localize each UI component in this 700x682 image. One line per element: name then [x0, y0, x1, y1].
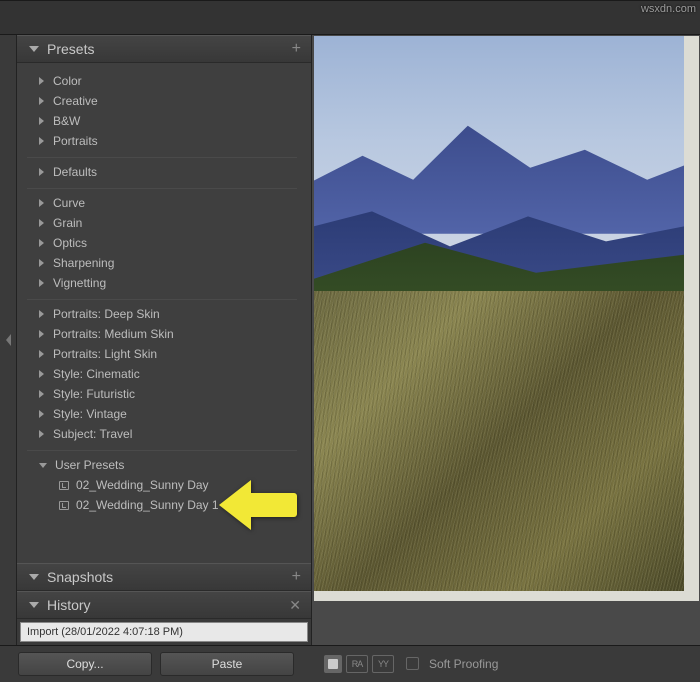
preview-image: [314, 36, 684, 591]
preset-folder[interactable]: User Presets: [27, 455, 297, 475]
preset-folder[interactable]: B&W: [27, 111, 297, 131]
triangle-right-icon: [39, 168, 44, 176]
preset-folder-label: Portraits: Light Skin: [53, 347, 157, 361]
soft-proofing-checkbox[interactable]: [406, 657, 419, 670]
preset-folder-label: Portraits: Medium Skin: [53, 327, 174, 341]
triangle-right-icon: [39, 117, 44, 125]
preset-folder-label: Style: Cinematic: [53, 367, 140, 381]
add-preset-button[interactable]: +: [292, 40, 301, 58]
add-snapshot-button[interactable]: +: [292, 568, 301, 586]
preset-folder[interactable]: Style: Futuristic: [27, 384, 297, 404]
preset-folder-label: Color: [53, 74, 82, 88]
presets-panel-header[interactable]: Presets +: [17, 35, 311, 63]
history-list: Import (28/01/2022 4:07:18 PM): [17, 619, 311, 645]
preset-folder-label: Subject: Travel: [53, 427, 132, 441]
chevron-left-icon: [6, 334, 11, 346]
triangle-right-icon: [39, 97, 44, 105]
preset-folder-label: B&W: [53, 114, 80, 128]
preset-folder-label: User Presets: [55, 458, 124, 472]
panel-collapse-handle[interactable]: [0, 35, 17, 645]
preset-icon: [59, 501, 69, 510]
preset-folder[interactable]: Portraits: Light Skin: [27, 344, 297, 364]
preset-folder-label: Style: Futuristic: [53, 387, 135, 401]
triangle-right-icon: [39, 350, 44, 358]
triangle-right-icon: [39, 199, 44, 207]
preset-icon: [59, 481, 69, 490]
preset-folder[interactable]: Optics: [27, 233, 297, 253]
bottom-toolbar: Copy... Paste RA YY Soft Proofing: [0, 645, 700, 681]
workspace: Presets + Color Creative B&W Portraits Defau…: [0, 35, 700, 645]
triangle-right-icon: [39, 390, 44, 398]
soft-proofing-label: Soft Proofing: [429, 657, 498, 671]
preset-folder[interactable]: Subject: Travel: [27, 424, 297, 444]
preset-folder[interactable]: Portraits: [27, 131, 297, 151]
preset-folder-label: Portraits: [53, 134, 98, 148]
triangle-right-icon: [39, 430, 44, 438]
triangle-right-icon: [39, 137, 44, 145]
compare-yy-icon[interactable]: YY: [372, 655, 394, 673]
left-panel: Presets + Color Creative B&W Portraits Defau…: [17, 35, 312, 645]
preset-folder[interactable]: Vignetting: [27, 273, 297, 293]
preset-folder[interactable]: Defaults: [27, 162, 297, 182]
preset-folder-label: Style: Vintage: [53, 407, 127, 421]
preset-folder[interactable]: Portraits: Medium Skin: [27, 324, 297, 344]
top-bar-spacer: [0, 0, 700, 35]
preset-folder[interactable]: Portraits: Deep Skin: [27, 304, 297, 324]
history-item[interactable]: Import (28/01/2022 4:07:18 PM): [20, 622, 308, 642]
annotation-arrow: [219, 480, 299, 530]
triangle-down-icon: [39, 463, 47, 468]
triangle-right-icon: [39, 370, 44, 378]
preset-folder[interactable]: Grain: [27, 213, 297, 233]
preset-folder-label: Creative: [53, 94, 98, 108]
preset-folder-label: Optics: [53, 236, 87, 250]
loupe-view-icon[interactable]: [324, 655, 342, 673]
history-panel-title: History: [47, 597, 289, 613]
preset-folder-label: Grain: [53, 216, 82, 230]
preset-folder-label: Defaults: [53, 165, 97, 179]
preset-item-label: 02_Wedding_Sunny Day: [76, 478, 209, 492]
preset-folder-label: Vignetting: [53, 276, 106, 290]
snapshots-panel-title: Snapshots: [47, 569, 292, 585]
image-frame: [314, 36, 699, 601]
copy-button[interactable]: Copy...: [18, 652, 152, 676]
triangle-right-icon: [39, 279, 44, 287]
clear-history-button[interactable]: ✕: [289, 597, 301, 614]
triangle-down-icon: [29, 602, 39, 608]
triangle-right-icon: [39, 77, 44, 85]
snapshots-panel-header[interactable]: Snapshots +: [17, 563, 311, 591]
history-panel-header[interactable]: History ✕: [17, 591, 311, 619]
triangle-right-icon: [39, 219, 44, 227]
triangle-right-icon: [39, 330, 44, 338]
triangle-right-icon: [39, 410, 44, 418]
preset-folder-label: Curve: [53, 196, 85, 210]
preset-item-label: 02_Wedding_Sunny Day 1: [76, 498, 219, 512]
triangle-down-icon: [29, 574, 39, 580]
preset-folder[interactable]: Curve: [27, 193, 297, 213]
triangle-down-icon: [29, 46, 39, 52]
paste-button[interactable]: Paste: [160, 652, 294, 676]
image-canvas[interactable]: [312, 35, 700, 645]
compare-ra-icon[interactable]: RA: [346, 655, 368, 673]
presets-panel-title: Presets: [47, 41, 292, 57]
triangle-right-icon: [39, 259, 44, 267]
preset-folder[interactable]: Sharpening: [27, 253, 297, 273]
preset-folder-label: Sharpening: [53, 256, 114, 270]
preset-folder[interactable]: Style: Cinematic: [27, 364, 297, 384]
watermark: wsxdn.com: [641, 3, 696, 15]
triangle-right-icon: [39, 310, 44, 318]
preset-folder[interactable]: Style: Vintage: [27, 404, 297, 424]
preset-folder[interactable]: Creative: [27, 91, 297, 111]
preset-folder[interactable]: Color: [27, 71, 297, 91]
preset-folder-label: Portraits: Deep Skin: [53, 307, 160, 321]
triangle-right-icon: [39, 239, 44, 247]
